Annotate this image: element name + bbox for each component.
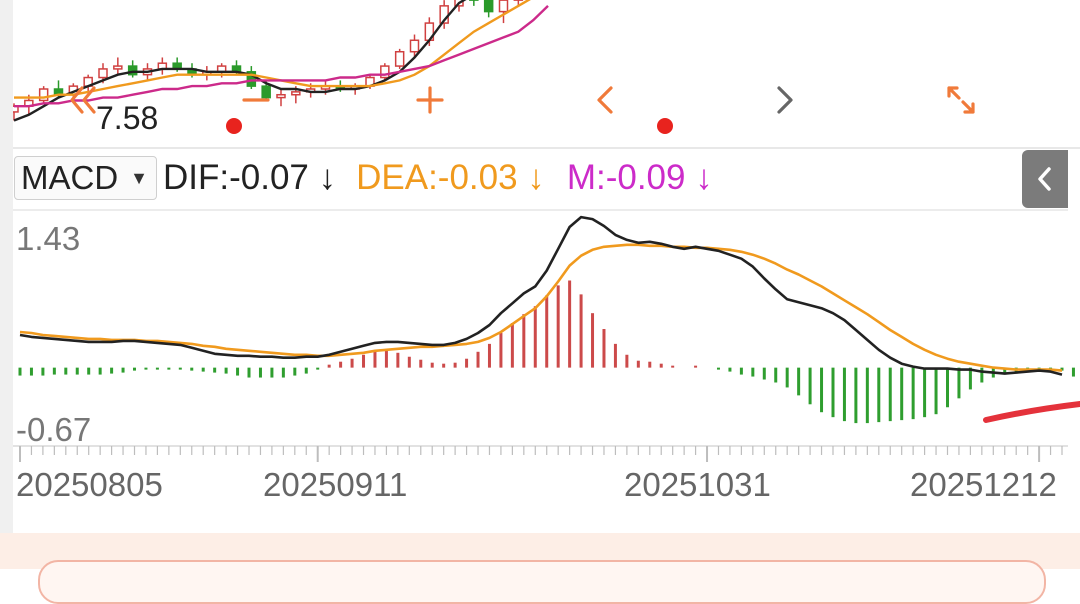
left-edge-shade — [0, 0, 13, 533]
x-tick-label: 20250805 — [16, 466, 163, 504]
bottom-input-panel[interactable] — [38, 560, 1046, 604]
x-tick-label: 20251212 — [910, 466, 1057, 504]
y-axis-min-label: -0.67 — [16, 411, 91, 449]
dea-line — [20, 245, 1062, 371]
x-tick-label: 20250911 — [263, 466, 407, 504]
x-tick-label: 20251031 — [624, 466, 771, 504]
dif-line — [20, 217, 1062, 375]
annotation-stroke — [986, 404, 1080, 420]
y-axis-max-label: 1.43 — [16, 220, 80, 258]
macd-chart[interactable] — [0, 0, 1080, 533]
